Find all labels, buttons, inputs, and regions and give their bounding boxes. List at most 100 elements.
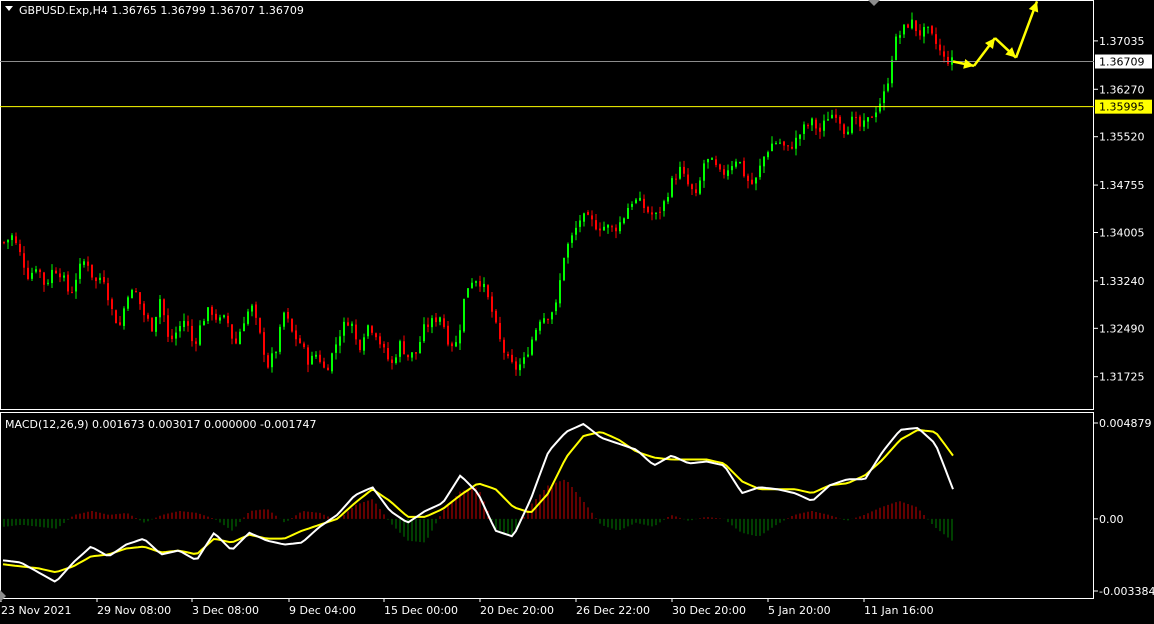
time-tick-label: 26 Dec 22:00: [576, 604, 650, 617]
candle: [131, 288, 133, 299]
candle-body: [887, 83, 889, 91]
candle-body: [303, 343, 305, 348]
level-price-marker: 1.35995: [1095, 99, 1152, 114]
candle-body: [627, 208, 629, 219]
symbol-header: GBPUSD.Exp,H4 1.36765 1.36799 1.36707 1.…: [19, 4, 304, 17]
candle-body: [711, 158, 713, 160]
candle-body: [7, 239, 9, 243]
candle-body: [283, 312, 285, 327]
candle-body: [595, 220, 597, 230]
candle-body: [431, 318, 433, 328]
candle-body: [179, 325, 181, 332]
candle-body: [943, 51, 945, 57]
candle-body: [419, 341, 421, 354]
chart-canvas[interactable]: GBPUSD.Exp,H4 1.36765 1.36799 1.36707 1.…: [0, 0, 1154, 620]
candle-body: [611, 226, 613, 228]
candle-body: [383, 343, 385, 348]
candle-body: [223, 315, 225, 318]
candle-body: [819, 127, 821, 132]
candle-body: [143, 303, 145, 316]
candle-body: [635, 199, 637, 204]
candle-body: [667, 197, 669, 202]
candle-body: [559, 280, 561, 304]
candle-body: [315, 354, 317, 357]
candle-body: [839, 116, 841, 124]
time-tick-label: 11 Jan 16:00: [864, 604, 934, 617]
candle-body: [539, 321, 541, 331]
candle-body: [339, 336, 341, 346]
level-price-marker-label: 1.35995: [1099, 101, 1145, 114]
candle-body: [939, 44, 941, 51]
candle-body: [895, 36, 897, 60]
candle-body: [503, 339, 505, 353]
candle-body: [103, 276, 105, 283]
candle-body: [163, 299, 165, 316]
candle-body: [747, 175, 749, 181]
candle-body: [123, 308, 125, 326]
candle-body: [779, 142, 781, 144]
current-price-marker: 1.36709: [1095, 54, 1152, 69]
candle-body: [803, 124, 805, 134]
candle: [891, 55, 893, 88]
candle-body: [823, 120, 825, 131]
candle-body: [683, 166, 685, 174]
candle-body: [903, 24, 905, 35]
candle-body: [351, 323, 353, 326]
candle-body: [919, 30, 921, 36]
trading-chart[interactable]: GBPUSD.Exp,H4 1.36765 1.36799 1.36707 1.…: [0, 0, 1154, 620]
price-tick-label: 1.32490: [1099, 322, 1145, 335]
price-tick-label: 1.36270: [1099, 83, 1145, 96]
candle-body: [795, 137, 797, 149]
candle-body: [191, 325, 193, 342]
candle-body: [811, 118, 813, 126]
candle-body: [99, 277, 101, 281]
candle-body: [527, 354, 529, 357]
time-tick-label: 29 Nov 08:00: [97, 604, 171, 617]
candle-body: [255, 304, 257, 318]
candle-body: [403, 341, 405, 355]
candle-body: [947, 56, 949, 64]
candle-body: [547, 319, 549, 321]
candle-body: [739, 161, 741, 163]
candle-body: [871, 116, 873, 118]
price-tick-label: 1.34755: [1099, 179, 1145, 192]
candle-body: [311, 355, 313, 365]
candle-body: [703, 163, 705, 181]
candle-body: [483, 283, 485, 288]
candle-body: [583, 213, 585, 222]
candle-body: [723, 169, 725, 175]
candle-body: [79, 263, 81, 279]
candle-body: [727, 170, 729, 176]
candle-body: [507, 354, 509, 357]
candle-body: [347, 322, 349, 326]
candle-body: [447, 325, 449, 345]
candle-body: [499, 322, 501, 340]
candle-body: [411, 352, 413, 358]
candle-body: [787, 145, 789, 147]
candle-body: [699, 180, 701, 194]
candle-body: [319, 354, 321, 362]
candle-body: [599, 228, 601, 231]
candle-body: [523, 357, 525, 364]
candle-body: [695, 189, 697, 194]
candle-body: [931, 26, 933, 34]
candle-body: [687, 174, 689, 185]
time-tick-label: 3 Dec 08:00: [192, 604, 259, 617]
candle-body: [763, 156, 765, 167]
candle-body: [291, 318, 293, 332]
candle-body: [575, 227, 577, 235]
candle-body: [167, 315, 169, 337]
candle-body: [619, 222, 621, 232]
candle-body: [299, 338, 301, 344]
candle-body: [263, 332, 265, 355]
candle-body: [279, 326, 281, 352]
current-price-marker-label: 1.36709: [1099, 56, 1145, 69]
candle-body: [183, 320, 185, 328]
candle-body: [11, 235, 13, 241]
candle-body: [399, 341, 401, 357]
candle-body: [295, 330, 297, 340]
candle-body: [515, 361, 517, 370]
candle-body: [491, 296, 493, 312]
candle-body: [259, 318, 261, 333]
candle-body: [603, 226, 605, 231]
